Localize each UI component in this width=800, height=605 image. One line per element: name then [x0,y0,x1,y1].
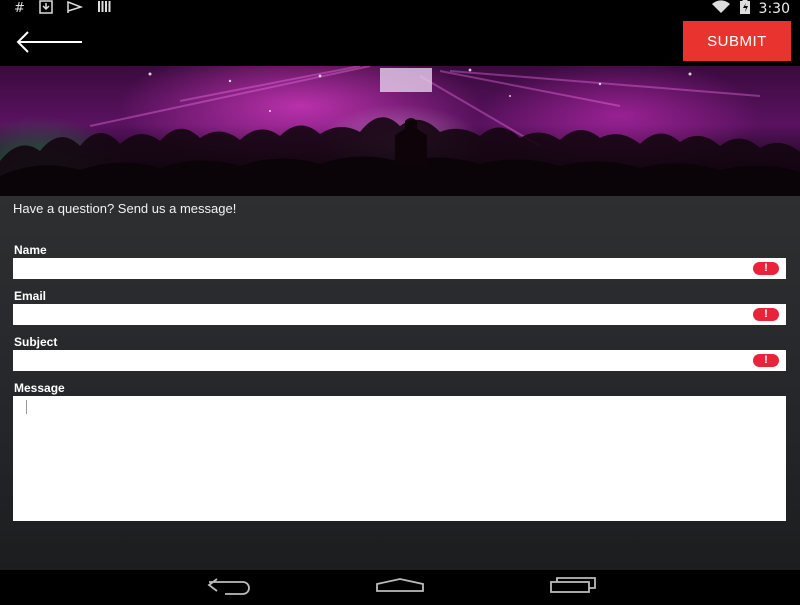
submit-button[interactable]: SUBMIT [683,21,791,61]
name-field[interactable]: ! [13,258,786,279]
email-label: Email [14,289,47,303]
text-cursor [26,400,27,414]
back-arrow-icon [16,31,82,53]
download-icon [39,0,53,19]
recent-apps-icon [550,577,596,593]
back-button[interactable] [12,26,88,58]
error-icon: ! [753,262,779,275]
hash-icon: # [14,1,25,16]
email-field[interactable]: ! [13,304,786,325]
nav-home-button[interactable] [365,570,435,600]
flag-icon [67,0,84,19]
clock-time: 3:30 [758,1,790,17]
subject-field[interactable]: ! [13,350,786,371]
wifi-icon [711,0,731,19]
action-bar: SUBMIT [0,18,800,66]
nav-back-icon [207,578,250,595]
message-field[interactable] [13,396,786,521]
nav-back-button[interactable] [195,570,265,600]
name-label: Name [14,243,47,257]
subject-label: Subject [14,335,58,349]
notification-icons: # [14,0,113,19]
nav-recents-button[interactable] [537,570,607,600]
message-label: Message [14,381,65,395]
error-icon: ! [753,354,779,367]
form-intro: Have a question? Send us a message! [13,201,237,216]
hero-image [0,66,800,196]
contact-form: Have a question? Send us a message! Name… [0,196,800,570]
barcode-icon [97,0,113,18]
battery-icon [739,0,751,19]
system-nav-bar [0,570,800,600]
home-icon [376,578,424,592]
error-icon: ! [753,308,779,321]
status-bar: # 3:30 [0,0,800,18]
